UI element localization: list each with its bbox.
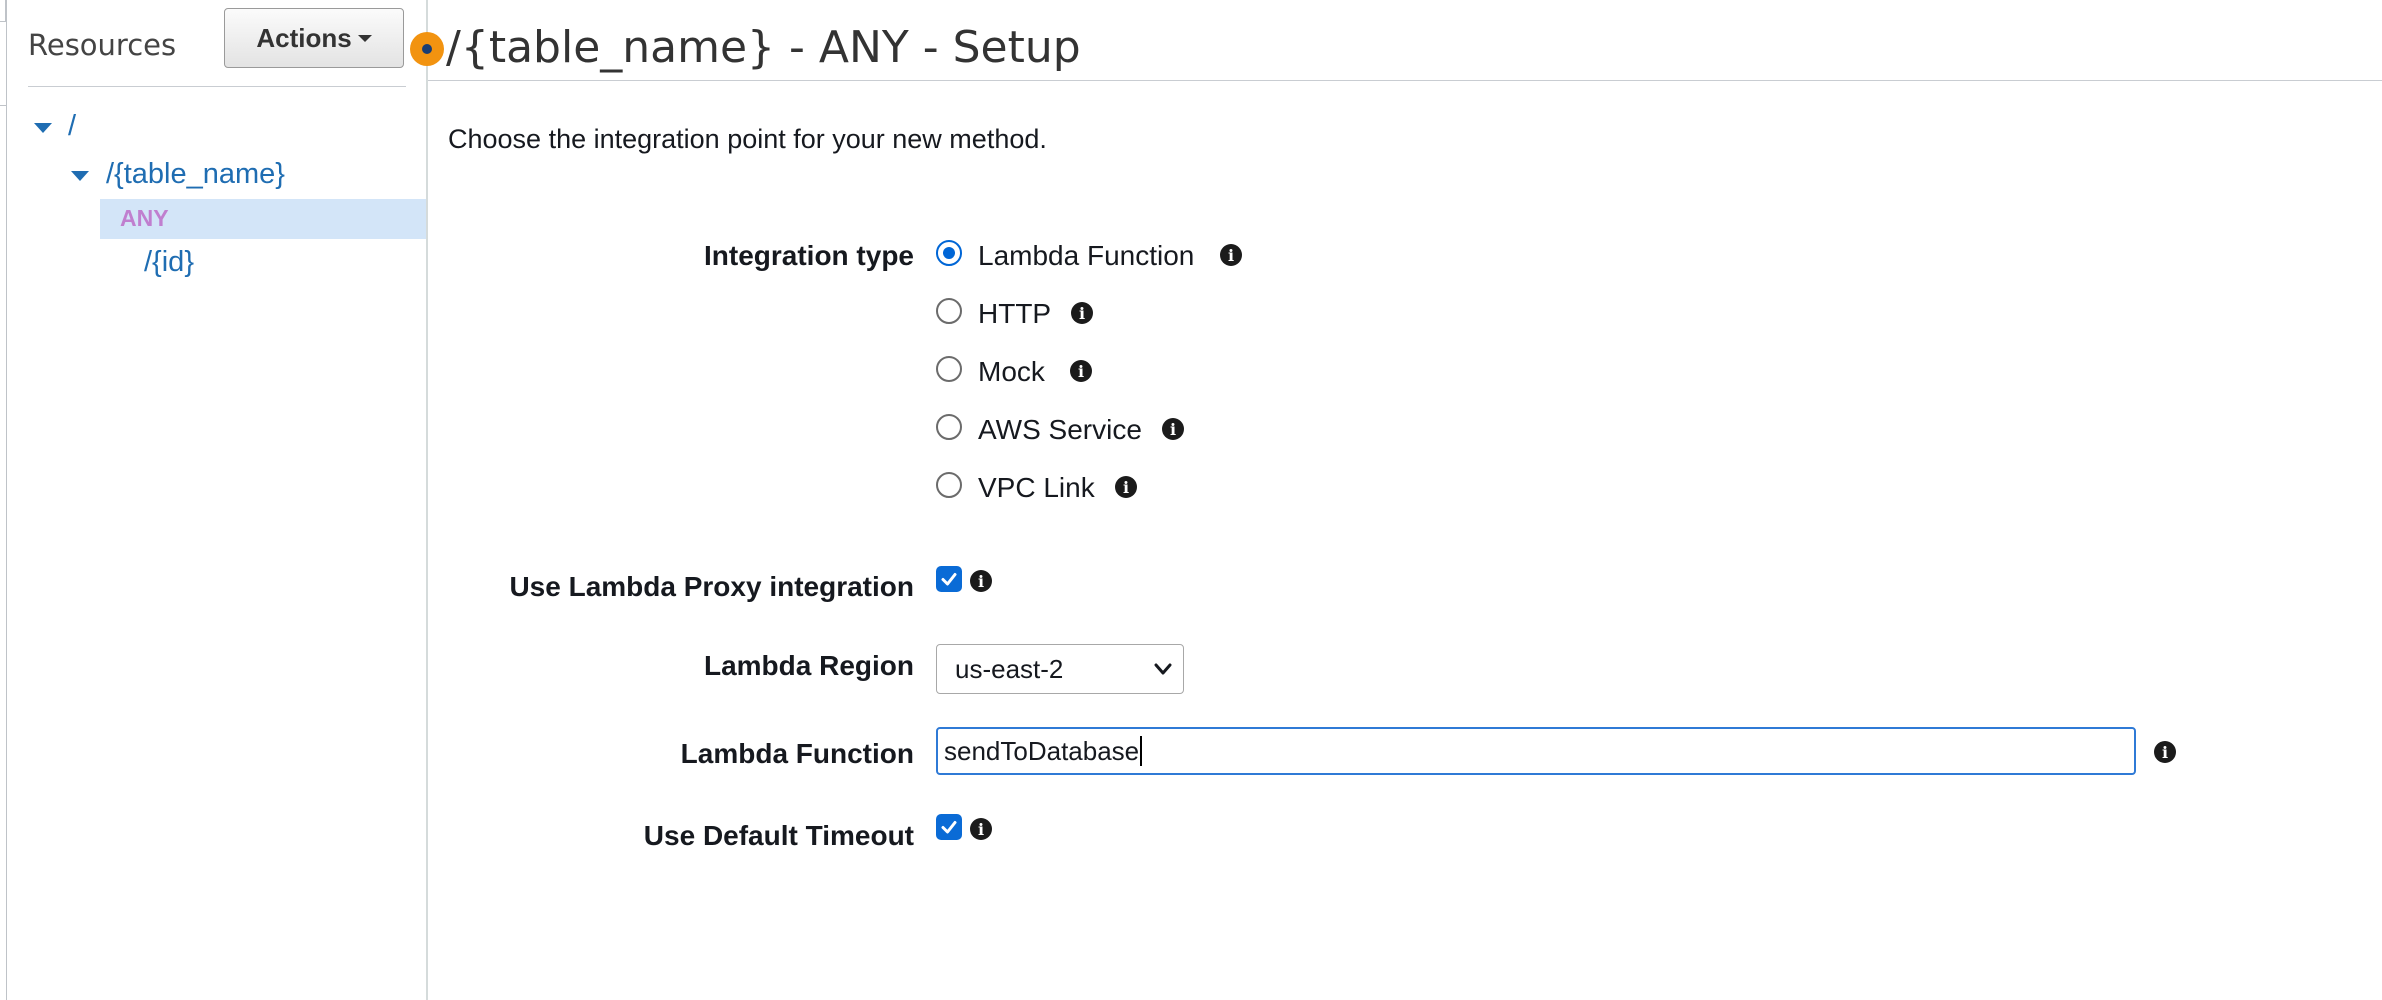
default-timeout-label: Use Default Timeout [643, 820, 914, 851]
radio-mock-label[interactable]: Mock [978, 356, 1045, 388]
panel-edge-line [6, 0, 7, 1000]
chevron-down-icon [1154, 663, 1172, 675]
radio-http[interactable] [936, 298, 962, 324]
tree-expand-table-icon[interactable] [71, 171, 89, 181]
actions-button[interactable]: Actions [224, 8, 404, 68]
info-icon[interactable]: i [1071, 302, 1093, 324]
page-title: /{table_name} - ANY - Setup [446, 22, 1081, 73]
tree-item-any-method[interactable]: ANY [120, 205, 169, 232]
text-cursor [1140, 736, 1143, 766]
radio-aws-service-label[interactable]: AWS Service [978, 414, 1142, 446]
info-icon[interactable]: i [970, 818, 992, 840]
radio-aws-service[interactable] [936, 414, 962, 440]
integration-type-label: Integration type [703, 240, 914, 271]
lambda-region-label: Lambda Region [703, 650, 914, 681]
panel-divider[interactable] [426, 0, 428, 1000]
radio-vpc-link-label[interactable]: VPC Link [978, 472, 1095, 504]
info-icon[interactable]: i [1162, 418, 1184, 440]
actions-button-label: Actions [256, 22, 352, 53]
radio-vpc-link[interactable] [936, 472, 962, 498]
intro-text: Choose the integration point for your ne… [448, 124, 1047, 154]
tree-expand-root-icon[interactable] [34, 123, 52, 133]
lambda-region-select[interactable]: us-east-2 [936, 644, 1184, 694]
panel-edge-tick [0, 105, 6, 106]
tree-item-id[interactable]: /{id} [144, 246, 194, 279]
info-icon[interactable]: i [2154, 741, 2176, 763]
radio-lambda-function-label[interactable]: Lambda Function [978, 240, 1194, 272]
proxy-integration-checkbox[interactable] [936, 566, 962, 592]
radio-http-label[interactable]: HTTP [978, 298, 1051, 330]
tree-item-root[interactable]: / [68, 110, 76, 143]
header-divider [428, 80, 2382, 81]
default-timeout-checkbox[interactable] [936, 814, 962, 840]
check-icon [941, 821, 957, 834]
radio-lambda-function[interactable] [936, 240, 962, 266]
tree-item-table-name[interactable]: /{table_name} [106, 158, 285, 191]
info-icon[interactable]: i [970, 570, 992, 592]
info-icon[interactable]: i [1115, 476, 1137, 498]
radio-mock[interactable] [936, 356, 962, 382]
sidebar-divider [28, 86, 406, 87]
info-icon[interactable]: i [1070, 360, 1092, 382]
lambda-region-value: us-east-2 [955, 653, 1064, 684]
check-icon [941, 573, 957, 586]
proxy-integration-label: Use Lambda Proxy integration [509, 571, 914, 602]
info-icon[interactable]: i [1220, 244, 1242, 266]
resources-title: Resources [28, 28, 177, 62]
lambda-function-label: Lambda Function [680, 738, 914, 769]
lambda-function-value: sendToDatabase [944, 735, 1140, 766]
caret-down-icon [357, 34, 372, 42]
lambda-function-input[interactable]: sendToDatabase [936, 727, 2136, 775]
status-indicator-icon [410, 32, 444, 66]
